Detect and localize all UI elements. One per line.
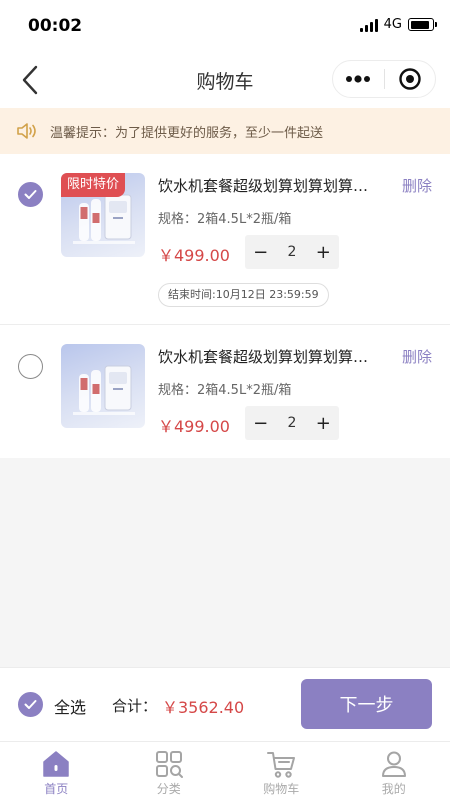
- signal-icon: [359, 18, 378, 32]
- total-label: 合计：: [112, 697, 158, 715]
- speaker-icon: [17, 123, 36, 139]
- product-name[interactable]: 饮水机套餐超级划算划算划算划算: [158, 346, 380, 367]
- close-miniprogram-button[interactable]: [385, 61, 436, 97]
- item-checkbox[interactable]: [18, 354, 43, 379]
- select-all-label[interactable]: 全选: [54, 694, 86, 718]
- quantity-stepper: − 2 +: [245, 406, 339, 440]
- battery-level: [410, 20, 430, 29]
- status-time: 00:02: [28, 16, 83, 36]
- cart-item: 饮水机套餐超级划算划算划算划算 删除 规格：2箱4.5L*2瓶/箱 ￥499.0…: [0, 325, 450, 458]
- quantity-stepper: − 2 +: [245, 235, 339, 269]
- check-icon: [24, 190, 37, 199]
- increase-button[interactable]: +: [308, 413, 339, 434]
- tab-label: 首页: [44, 782, 69, 796]
- select-all-checkbox[interactable]: [18, 692, 43, 717]
- tab-mine[interactable]: 我的: [338, 742, 450, 800]
- cart-item: 限时特价 饮水机套餐超级划算划算划算划算 删除 规格：2箱4.5L*2瓶/箱 ￥…: [0, 154, 450, 325]
- network-type: 4G: [383, 17, 402, 32]
- notice-text: 温馨提示：为了提供更好的服务，至少一件起送: [50, 125, 324, 141]
- check-icon: [24, 700, 37, 709]
- tab-label: 分类: [156, 782, 181, 796]
- promo-tag: 限时特价: [61, 173, 126, 197]
- status-bar: 00:02 4G: [0, 0, 450, 52]
- checkout-bar: 全选 合计： ￥3562.40 下一步: [0, 667, 450, 741]
- next-step-button[interactable]: 下一步: [301, 679, 432, 729]
- product-image[interactable]: [61, 344, 145, 428]
- delete-button[interactable]: 删除: [402, 175, 432, 196]
- home-icon: [43, 751, 69, 777]
- target-icon: [399, 68, 421, 90]
- quantity-value: 2: [287, 415, 297, 431]
- promo-end-time: 结束时间:10月12日 23:59:59: [158, 283, 329, 307]
- decrease-button[interactable]: −: [245, 242, 276, 263]
- tab-home[interactable]: 首页: [0, 742, 113, 800]
- tab-cart[interactable]: 购物车: [225, 742, 338, 800]
- tab-label: 购物车: [263, 782, 300, 796]
- item-checkbox[interactable]: [18, 182, 43, 207]
- quantity-value: 2: [287, 244, 297, 260]
- product-price: ￥499.00: [158, 246, 230, 265]
- delete-button[interactable]: 删除: [402, 346, 432, 367]
- product-spec: 规格：2箱4.5L*2瓶/箱: [158, 212, 292, 227]
- more-button[interactable]: [333, 61, 384, 97]
- nav-bar: 购物车: [0, 52, 450, 108]
- decrease-button[interactable]: −: [245, 413, 276, 434]
- status-indicators: 4G: [359, 17, 437, 32]
- more-dots-icon: [346, 75, 371, 83]
- product-name[interactable]: 饮水机套餐超级划算划算划算划算: [158, 175, 380, 196]
- total-value: ￥3562.40: [162, 698, 245, 717]
- cart-icon: [267, 752, 296, 778]
- user-icon: [381, 751, 406, 777]
- increase-button[interactable]: +: [308, 242, 339, 263]
- product-price: ￥499.00: [158, 417, 230, 436]
- category-grid-icon: [155, 751, 183, 778]
- mini-program-capsule: [332, 60, 436, 98]
- product-spec: 规格：2箱4.5L*2瓶/箱: [158, 383, 292, 398]
- notice-banner: 温馨提示：为了提供更好的服务，至少一件起送: [0, 108, 450, 154]
- tab-label: 我的: [381, 782, 406, 796]
- cart-list: 限时特价 饮水机套餐超级划算划算划算划算 删除 规格：2箱4.5L*2瓶/箱 ￥…: [0, 154, 450, 458]
- tab-category[interactable]: 分类: [113, 742, 226, 800]
- tab-bar: 首页 分类 购物车 我的: [0, 741, 450, 800]
- battery-icon: [408, 18, 437, 31]
- product-photo-icon: [73, 365, 135, 415]
